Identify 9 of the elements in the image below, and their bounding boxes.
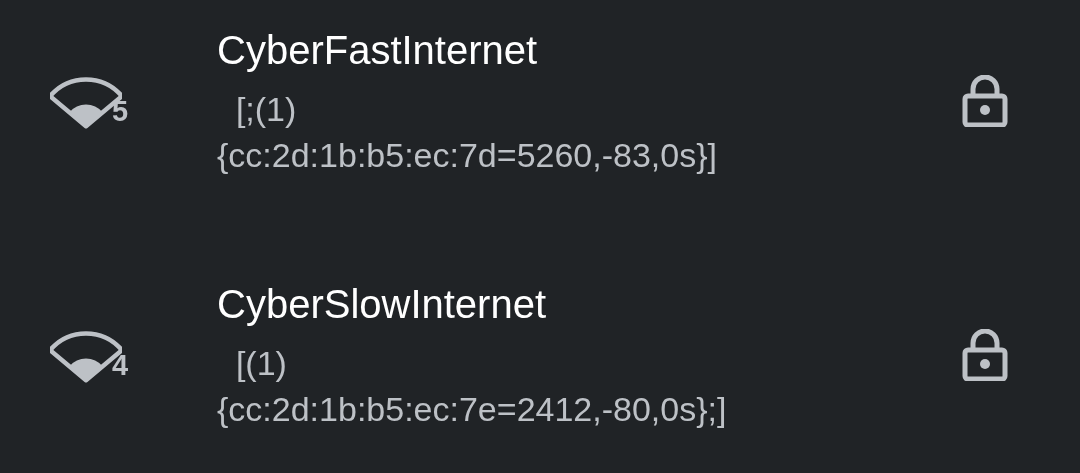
lock-icon	[962, 329, 1008, 381]
band-label: 4	[112, 349, 129, 382]
network-name: CyberFastInternet	[217, 27, 539, 74]
network-details: [;(1)	[234, 89, 298, 130]
network-name: CyberSlowInternet	[217, 281, 548, 328]
network-details: {cc:2d:1b:b5:ec:7d=5260,-83,0s}]	[217, 135, 718, 176]
network-details: {cc:2d:1b:b5:ec:7e=2412,-80,0s};]	[217, 389, 728, 430]
lock-icon	[962, 75, 1008, 127]
network-details: [(1)	[234, 343, 288, 384]
